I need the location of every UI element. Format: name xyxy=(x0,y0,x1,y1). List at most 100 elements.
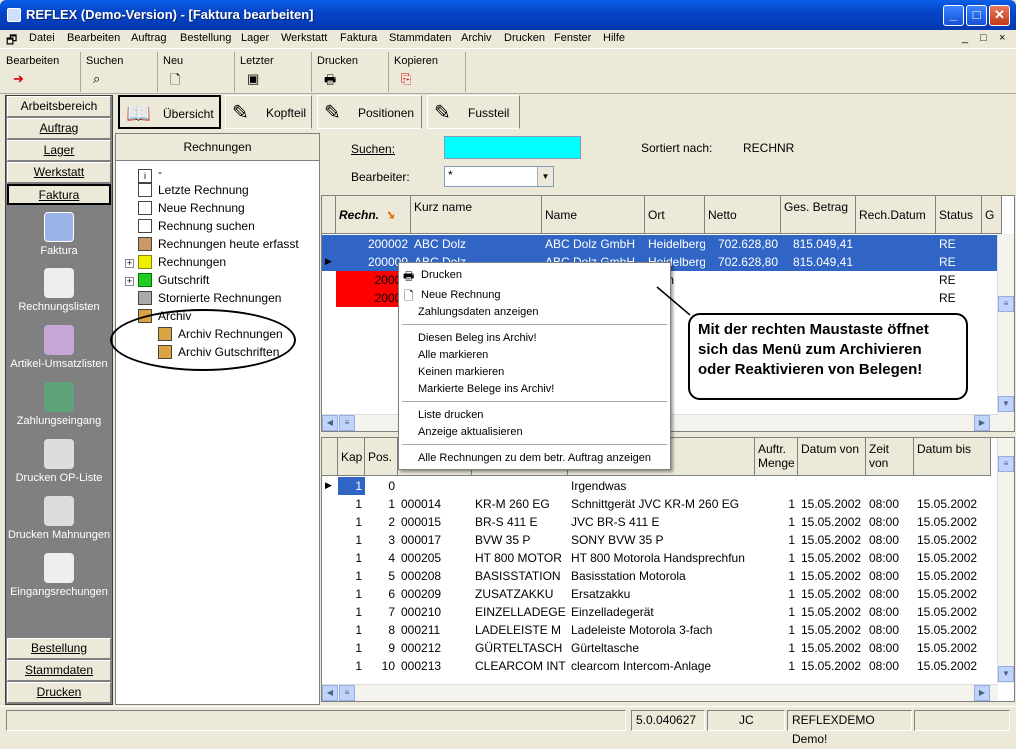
header-ort[interactable]: Ort xyxy=(645,196,705,234)
tab-uebersicht[interactable]: 📖 Übersicht xyxy=(118,95,221,129)
header-name[interactable]: Name xyxy=(542,196,645,234)
menu-bearbeiten[interactable]: Bearbeiten xyxy=(67,32,120,44)
scroll-thumb[interactable]: ≡ xyxy=(998,296,1014,312)
header-ges-betrag[interactable]: Ges. Betrag xyxy=(781,196,856,234)
menu-datei[interactable]: Datei xyxy=(29,32,55,44)
menu-item-zahlungsdaten[interactable]: Zahlungsdaten anzeigen xyxy=(418,306,538,318)
header-datum-bis[interactable]: Datum bis xyxy=(914,438,991,476)
title-bar[interactable]: REFLEX (Demo-Version) - [Faktura bearbei… xyxy=(0,0,1016,30)
tree-node-gutschrift[interactable]: Gutschrift xyxy=(138,272,209,290)
expand-icon[interactable]: + xyxy=(125,277,134,286)
table-row[interactable]: 1 7 000210 EINZELLADEGE Einzelladegerät 1 15.0… xyxy=(322,603,998,621)
table-row[interactable]: 1 10 000213 CLEARCOM INT clearcom Intercom-A… xyxy=(322,657,998,675)
header-g[interactable]: G xyxy=(982,196,1002,234)
search-input[interactable] xyxy=(444,136,581,159)
tree-node-rechnung-suchen[interactable]: Rechnung suchen xyxy=(138,218,255,236)
menu-archiv[interactable]: Archiv xyxy=(461,32,492,44)
tab-fussteil[interactable]: ✎ Fussteil xyxy=(427,95,520,129)
table-row[interactable]: 200002 ABC Dolz ABC Dolz GmbH Heidelberg 702… xyxy=(322,235,998,253)
expand-icon[interactable]: + xyxy=(125,259,134,268)
nav-item-rechnungslisten[interactable]: Rechnungslisten xyxy=(6,268,112,313)
table-row[interactable]: 1 9 000212 GÜRTELTASCH Gürteltasche 1 15.05.20… xyxy=(322,639,998,657)
table-row[interactable]: 1 1 000014 KR-M 260 EG Schnittgerät JVC KR-M… xyxy=(322,495,998,513)
tree-node-info[interactable]: i- xyxy=(138,164,162,183)
header-rechn[interactable]: Rechn. ➘ xyxy=(336,196,411,234)
mdi-minimize-button[interactable]: _ xyxy=(962,32,968,44)
table-row[interactable]: 1 8 000211 LADELEISTE M Ladeleiste Motorola … xyxy=(322,621,998,639)
header-status[interactable]: Status xyxy=(936,196,982,234)
menu-bestellung[interactable]: Bestellung xyxy=(180,32,231,44)
nav-item-zahlungseingang[interactable]: Zahlungseingang xyxy=(6,382,112,427)
nav-stammdaten[interactable]: Stammdaten xyxy=(7,660,111,681)
nav-faktura[interactable]: Faktura xyxy=(7,184,111,205)
tree-node-letzte-rechnung[interactable]: Letzte Rechnung xyxy=(138,182,249,200)
minimize-button[interactable]: _ xyxy=(943,5,964,26)
nav-bestellung[interactable]: Bestellung xyxy=(7,638,111,659)
table-row[interactable]: 1 5 000208 BASISSTATION Basisstation Motorol… xyxy=(322,567,998,585)
bearbeiter-select[interactable]: * ▼ xyxy=(444,166,554,187)
menu-item-beleg-archiv[interactable]: Diesen Beleg ins Archiv! xyxy=(418,332,537,344)
header-datum-von[interactable]: Datum von xyxy=(798,438,866,476)
menu-item-anzeige-aktualisieren[interactable]: Anzeige aktualisieren xyxy=(418,426,523,438)
table-row[interactable]: 1 3 000017 BVW 35 P SONY BVW 35 P 1 15.05.2002… xyxy=(322,531,998,549)
menu-faktura[interactable]: Faktura xyxy=(340,32,377,44)
header-kap[interactable]: Kap xyxy=(338,438,365,476)
scroll-left-arrow-icon[interactable]: ◀ xyxy=(322,685,338,701)
menu-item-alle-rechnungen-auftrag[interactable]: Alle Rechnungen zu dem betr. Auftrag anz… xyxy=(418,452,651,464)
app-icon[interactable] xyxy=(7,8,21,22)
nav-item-artikel-umsatzlisten[interactable]: Artikel-Umsatzlisten xyxy=(6,325,112,370)
close-button[interactable]: ✕ xyxy=(989,5,1010,26)
menu-stammdaten[interactable]: Stammdaten xyxy=(389,32,451,44)
toolbar-drucken-button[interactable]: Drucken 🖶 xyxy=(314,52,389,92)
header-auftr-menge[interactable]: Auftr. Menge xyxy=(755,438,798,476)
mdi-close-button[interactable]: × xyxy=(999,32,1005,44)
header-netto[interactable]: Netto xyxy=(705,196,781,234)
toolbar-kopieren-button[interactable]: Kopieren ⎘ xyxy=(391,52,466,92)
nav-item-eingangsrechungen[interactable]: Eingangsrechungen xyxy=(6,553,112,598)
menu-item-drucken[interactable]: Drucken xyxy=(421,269,462,281)
header-pos[interactable]: Pos. xyxy=(365,438,398,476)
tab-kopfteil[interactable]: ✎ Kopfteil xyxy=(225,95,312,129)
menu-item-liste-drucken[interactable]: Liste drucken xyxy=(418,409,483,421)
nav-item-drucken-op-liste[interactable]: Drucken OP-Liste xyxy=(6,439,112,484)
tree-node-stornierte-rechnungen[interactable]: Stornierte Rechnungen xyxy=(138,290,281,308)
maximize-button[interactable]: □ xyxy=(966,5,987,26)
horizontal-scrollbar[interactable]: ◀ ≡ ▶ xyxy=(322,684,998,701)
toolbar-letzter-button[interactable]: Letzter ▣ xyxy=(237,52,312,92)
table-row[interactable]: 1 4 000205 HT 800 MOTOR HT 800 Motorola Hand… xyxy=(322,549,998,567)
nav-lager[interactable]: Lager xyxy=(7,140,111,161)
tree-node-rechnungen-heute[interactable]: Rechnungen heute erfasst xyxy=(138,236,299,254)
toolbar-suchen-button[interactable]: Suchen ⌕ xyxy=(83,52,158,92)
menu-item-keinen-markieren[interactable]: Keinen markieren xyxy=(418,366,504,378)
scroll-right-arrow-icon[interactable]: ▶ xyxy=(974,415,990,431)
menu-werkstatt[interactable]: Werkstatt xyxy=(281,32,327,44)
scroll-left-arrow-icon[interactable]: ◀ xyxy=(322,415,338,431)
nav-werkstatt[interactable]: Werkstatt xyxy=(7,162,111,183)
scroll-thumb[interactable]: ≡ xyxy=(998,456,1014,472)
menu-fenster[interactable]: Fenster xyxy=(554,32,591,44)
mdi-app-icon[interactable]: 🗗 xyxy=(6,31,17,52)
header-kurzname[interactable]: Kurz name xyxy=(411,196,542,234)
table-row[interactable]: 1 6 000209 ZUSATZAKKU Ersatzakku 1 15.05.2002 0… xyxy=(322,585,998,603)
table-row[interactable]: ▶ 1 0 Irgendwas xyxy=(322,477,998,495)
menu-drucken[interactable]: Drucken xyxy=(504,32,545,44)
chevron-down-icon[interactable]: ▼ xyxy=(537,167,553,186)
toolbar-bearbeiten-button[interactable]: Bearbeiten ➜ xyxy=(3,52,81,92)
tab-positionen[interactable]: ✎ Positionen xyxy=(317,95,422,129)
mdi-restore-button[interactable]: □ xyxy=(980,32,987,44)
nav-drucken[interactable]: Drucken xyxy=(7,682,111,703)
toolbar-neu-button[interactable]: Neu 🗋 xyxy=(160,52,235,92)
menu-item-markierte-archiv[interactable]: Markierte Belege ins Archiv! xyxy=(418,383,554,395)
header-rech-datum[interactable]: Rech.Datum xyxy=(856,196,936,234)
scroll-thumb[interactable]: ≡ xyxy=(339,685,355,701)
menu-hilfe[interactable]: Hilfe xyxy=(603,32,625,44)
header-zeit-von[interactable]: Zeit von xyxy=(866,438,914,476)
vertical-scrollbar[interactable]: ≡ ▼ xyxy=(997,234,1014,431)
nav-item-drucken-mahnungen[interactable]: Drucken Mahnungen xyxy=(6,496,112,541)
scroll-thumb[interactable]: ≡ xyxy=(339,415,355,431)
tree-node-rechnungen[interactable]: Rechnungen xyxy=(138,254,226,272)
scroll-down-arrow-icon[interactable]: ▼ xyxy=(998,666,1014,682)
menu-auftrag[interactable]: Auftrag xyxy=(131,32,166,44)
tree-node-neue-rechnung[interactable]: Neue Rechnung xyxy=(138,200,245,218)
menu-item-neue-rechnung[interactable]: Neue Rechnung xyxy=(421,289,501,301)
